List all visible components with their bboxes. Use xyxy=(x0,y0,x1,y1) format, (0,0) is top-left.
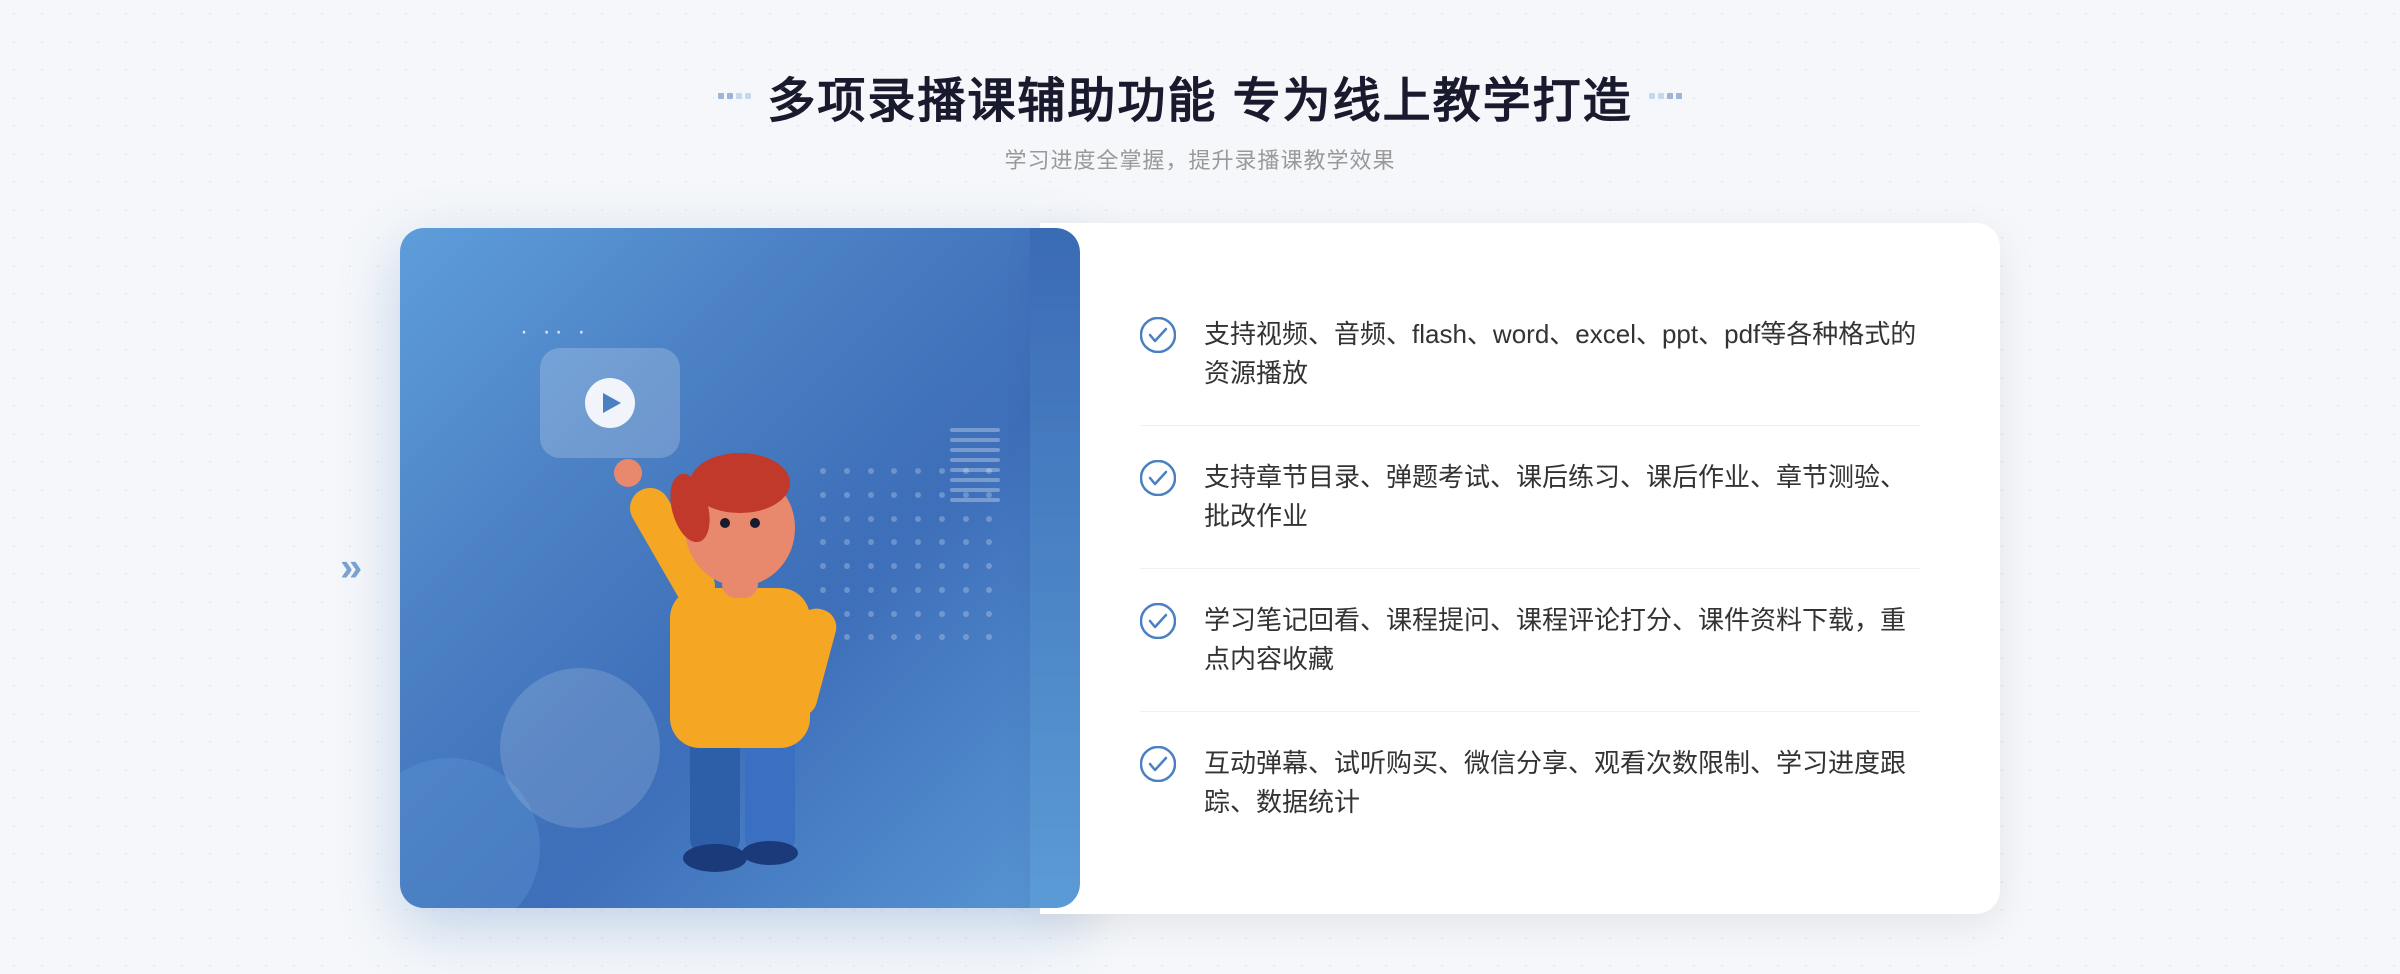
check-icon-1 xyxy=(1140,317,1176,353)
feature-text-4: 互动弹幕、试听购买、微信分享、观看次数限制、学习进度跟踪、数据统计 xyxy=(1204,744,1920,822)
left-arrow-decoration: » xyxy=(340,546,362,591)
check-icon-3 xyxy=(1140,603,1176,639)
feature-text-1: 支持视频、音频、flash、word、excel、ppt、pdf等各种格式的资源… xyxy=(1204,315,1920,393)
right-title-decorator xyxy=(1649,93,1682,99)
bubble-decoration-dots xyxy=(520,318,589,346)
feature-text-3: 学习笔记回看、课程提问、课程评论打分、课件资料下载，重点内容收藏 xyxy=(1204,601,1920,679)
title-row: 多项录播课辅助功能 专为线上教学打造 xyxy=(718,61,1681,131)
person-illustration xyxy=(570,408,910,908)
feature-item-1: 支持视频、音频、flash、word、excel、ppt、pdf等各种格式的资源… xyxy=(1140,283,1920,426)
content-area: » xyxy=(400,223,2000,914)
feature-item-3: 学习笔记回看、课程提问、课程评论打分、课件资料下载，重点内容收藏 xyxy=(1140,569,1920,712)
feature-item-2: 支持章节目录、弹题考试、课后练习、课后作业、章节测验、批改作业 xyxy=(1140,426,1920,569)
features-panel: 支持视频、音频、flash、word、excel、ppt、pdf等各种格式的资源… xyxy=(1040,223,2000,914)
illustration-card xyxy=(400,228,1080,908)
feature-item-4: 互动弹幕、试听购买、微信分享、观看次数限制、学习进度跟踪、数据统计 xyxy=(1140,712,1920,854)
page-wrapper: 多项录播课辅助功能 专为线上教学打造 学习进度全掌握，提升录播课教学效果 » xyxy=(0,61,2400,914)
check-icon-4 xyxy=(1140,746,1176,782)
check-icon-2 xyxy=(1140,460,1176,496)
main-title: 多项录播课辅助功能 专为线上教学打造 xyxy=(767,61,1632,131)
left-title-decorator xyxy=(718,93,751,99)
blue-side-bar xyxy=(1030,228,1080,908)
header-section: 多项录播课辅助功能 专为线上教学打造 学习进度全掌握，提升录播课教学效果 xyxy=(718,61,1681,175)
subtitle: 学习进度全掌握，提升录播课教学效果 xyxy=(1004,143,1395,175)
feature-text-2: 支持章节目录、弹题考试、课后练习、课后作业、章节测验、批改作业 xyxy=(1204,458,1920,536)
